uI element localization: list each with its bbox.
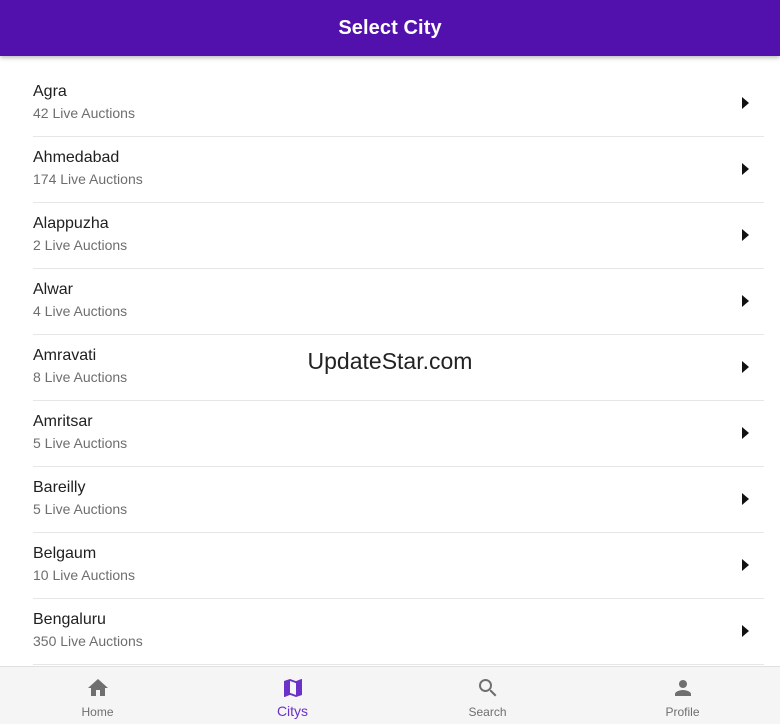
arrow-right-icon: [742, 97, 749, 109]
auction-count: 4 Live Auctions: [33, 303, 128, 319]
person-icon: [671, 676, 695, 700]
search-icon: [476, 676, 500, 700]
auction-count: 8 Live Auctions: [33, 369, 128, 385]
app-header: Select City: [0, 0, 780, 56]
arrow-right-icon: [742, 361, 749, 373]
city-name: Alappuzha: [33, 215, 109, 232]
auction-count: 5 Live Auctions: [33, 501, 128, 517]
arrow-right-icon: [742, 493, 749, 505]
city-name: Ahmedabad: [33, 149, 120, 166]
page-title: Select City: [338, 16, 442, 39]
list-item[interactable]: Agra 42 Live Auctions: [33, 72, 764, 137]
tab-search[interactable]: Search: [390, 667, 585, 724]
city-name: Bengaluru: [33, 611, 106, 628]
city-name: Alwar: [33, 281, 74, 298]
list-item[interactable]: Belgaum 10 Live Auctions: [33, 534, 764, 599]
list-item[interactable]: Bareilly 5 Live Auctions: [33, 468, 764, 533]
city-name: Amravati: [33, 347, 97, 364]
city-name: Amritsar: [33, 413, 93, 430]
list-item[interactable]: Alappuzha 2 Live Auctions: [33, 204, 764, 269]
city-name: Agra: [33, 83, 67, 100]
map-icon: [281, 676, 305, 700]
tab-home[interactable]: Home: [0, 667, 195, 724]
app-screen: Select City Agra 42 Live Auctions Ahmeda…: [0, 0, 780, 724]
list-item[interactable]: Alwar 4 Live Auctions: [33, 270, 764, 335]
tab-label: Home: [81, 705, 114, 719]
tab-label: Search: [468, 705, 507, 719]
auction-count: 10 Live Auctions: [33, 567, 135, 583]
arrow-right-icon: [742, 295, 749, 307]
auction-count: 174 Live Auctions: [33, 171, 143, 187]
list-item[interactable]: Amravati 8 Live Auctions: [33, 336, 764, 401]
city-list: Agra 42 Live Auctions Ahmedabad 174 Live…: [0, 72, 780, 666]
bottom-nav: Home Citys Search Profile: [0, 666, 780, 724]
list-item[interactable]: Bengaluru 350 Live Auctions: [33, 600, 764, 665]
arrow-right-icon: [742, 559, 749, 571]
auction-count: 5 Live Auctions: [33, 435, 128, 451]
auction-count: 42 Live Auctions: [33, 105, 135, 121]
arrow-right-icon: [742, 427, 749, 439]
city-name: Bareilly: [33, 479, 86, 496]
arrow-right-icon: [742, 229, 749, 241]
tab-label: Citys: [276, 703, 309, 719]
home-icon: [86, 676, 110, 700]
city-name: Belgaum: [33, 545, 97, 562]
tab-profile[interactable]: Profile: [585, 667, 780, 724]
tab-label: Profile: [665, 705, 700, 719]
auction-count: 2 Live Auctions: [33, 237, 128, 253]
auction-count: 350 Live Auctions: [33, 633, 143, 649]
arrow-right-icon: [742, 163, 749, 175]
list-item[interactable]: Amritsar 5 Live Auctions: [33, 402, 764, 467]
tab-citys[interactable]: Citys: [195, 667, 390, 724]
arrow-right-icon: [742, 625, 749, 637]
list-item[interactable]: Ahmedabad 174 Live Auctions: [33, 138, 764, 203]
